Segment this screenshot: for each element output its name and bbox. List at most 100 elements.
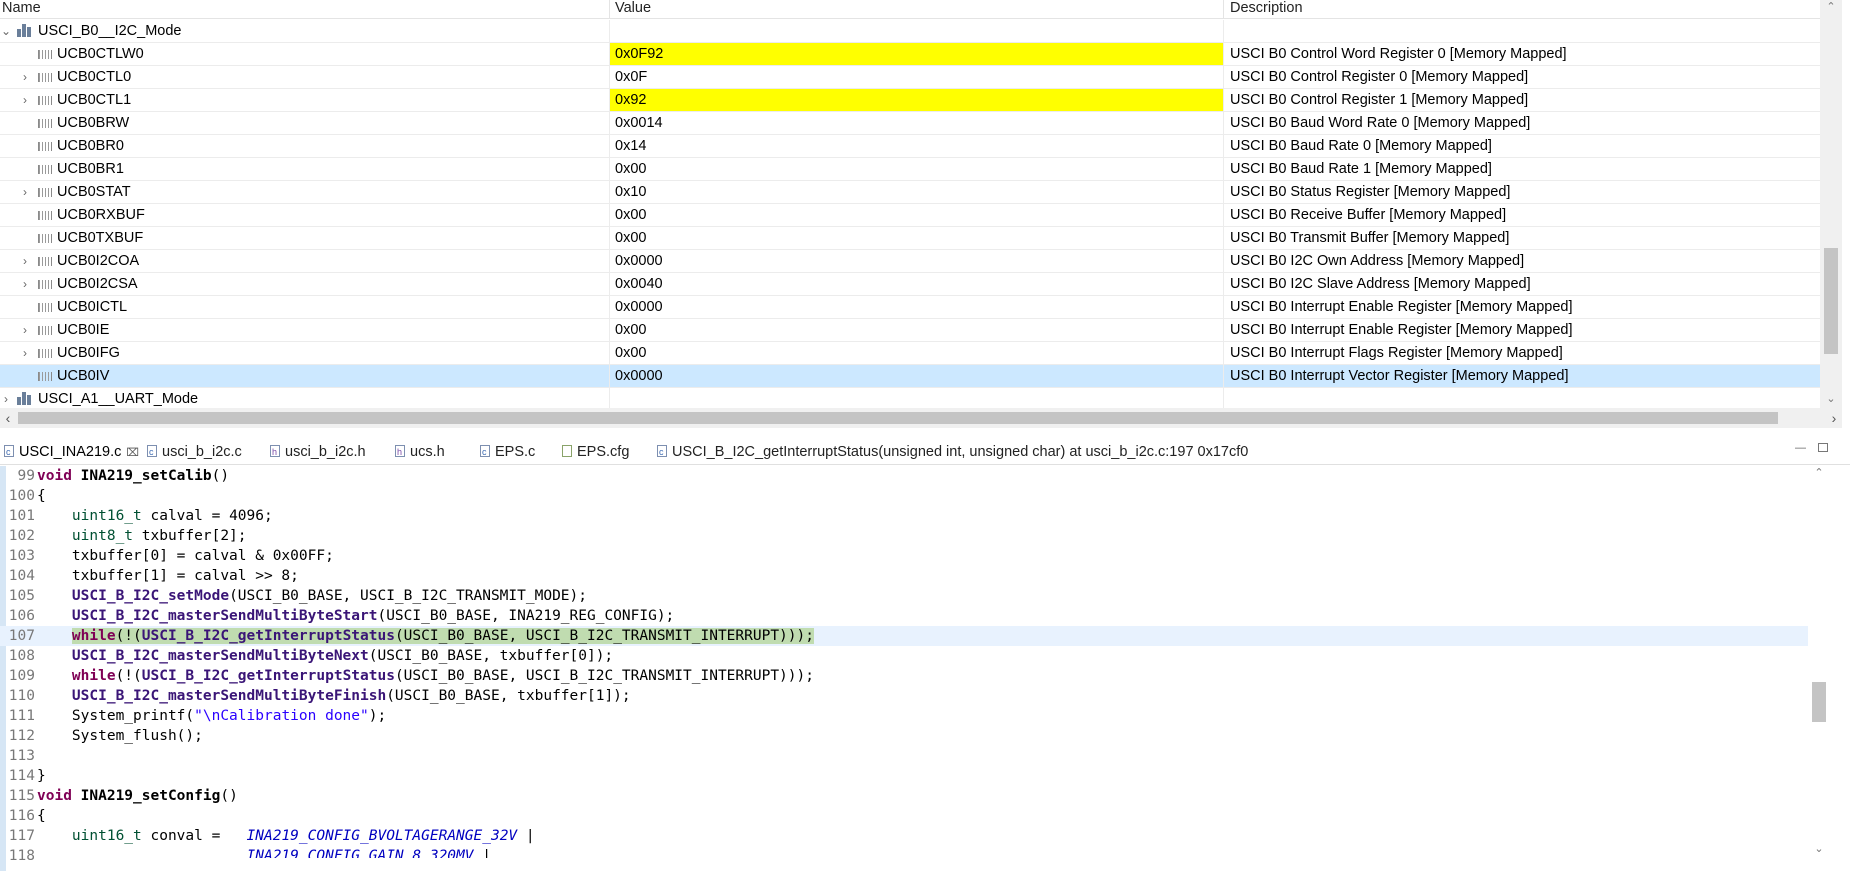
column-header-description[interactable]: Description <box>1224 0 1820 19</box>
editor-tab[interactable]: EPS.c <box>478 439 535 465</box>
register-row[interactable]: › UCB0CTL0 0x0F USCI B0 Control Register 0 … <box>0 66 1820 89</box>
register-row[interactable]: UCB0TXBUF 0x00 USCI B0 Transmit Buffer [Me… <box>0 227 1820 250</box>
editor-tab[interactable]: USCI_INA219.c ⌧ <box>2 439 139 465</box>
register-description: USCI B0 Control Register 0 [Memory Mappe… <box>1230 69 1529 85</box>
register-row[interactable]: UCB0ICTL 0x0000 USCI B0 Interrupt Enable R… <box>0 296 1820 319</box>
register-name: UCB0RXBUF <box>57 207 145 223</box>
code-line[interactable]: 101 uint16_t calval = 4096; <box>0 506 1808 526</box>
register-row[interactable]: › UCB0STAT 0x10 USCI B0 Status Register [Me… <box>0 181 1820 204</box>
register-row[interactable]: UCB0BR1 0x00 USCI B0 Baud Rate 1 [Memory M… <box>0 158 1820 181</box>
editor-tab[interactable]: EPS.cfg <box>560 439 629 465</box>
column-header-value[interactable]: Value <box>610 0 1224 19</box>
register-row[interactable]: › UCB0I2CSA 0x0040 USCI B0 I2C Slave Addres… <box>0 273 1820 296</box>
code-line[interactable]: 102 uint8_t txbuffer[2]; <box>0 526 1808 546</box>
register-value[interactable]: 0x0F92 <box>610 43 1224 65</box>
register-row[interactable]: › UCB0IE 0x00 USCI B0 Interrupt Enable Regi… <box>0 319 1820 342</box>
code-line[interactable]: 112 System_flush(); <box>0 726 1808 746</box>
register-row[interactable]: › UCB0IFG 0x00 USCI B0 Interrupt Flags Regi… <box>0 342 1820 365</box>
register-row[interactable]: UCB0BR0 0x14 USCI B0 Baud Rate 0 [Memory M… <box>0 135 1820 158</box>
register-value[interactable]: 0x00 <box>610 158 1224 180</box>
register-value[interactable]: 0x0014 <box>610 112 1224 134</box>
scroll-right-icon[interactable]: › <box>1826 408 1842 428</box>
code-line[interactable]: 104 txbuffer[1] = calval >> 8; <box>0 566 1808 586</box>
editor-vertical-scrollbar[interactable]: ⌃ ⌄ <box>1808 466 1830 858</box>
scrollbar-thumb[interactable] <box>1812 682 1826 722</box>
maximize-icon[interactable] <box>1818 443 1828 452</box>
chevron-right-icon[interactable]: › <box>19 66 31 88</box>
scroll-down-icon[interactable]: ⌄ <box>1808 842 1830 858</box>
register-name-cell: UCB0BR0 <box>0 135 610 157</box>
editor-tab[interactable]: usci_b_i2c.c <box>145 439 242 465</box>
code-line[interactable]: 105 USCI_B_I2C_setMode(USCI_B0_BASE, USC… <box>0 586 1808 606</box>
line-number: 109 <box>8 668 35 684</box>
scroll-up-icon[interactable]: ⌃ <box>1820 0 1842 16</box>
register-value[interactable]: 0x0000 <box>610 365 1224 387</box>
register-value[interactable]: 0x0000 <box>610 250 1224 272</box>
register-icon <box>38 119 52 128</box>
register-value[interactable]: 0x00 <box>610 319 1224 341</box>
register-value[interactable]: 0x0000 <box>610 296 1224 318</box>
chevron-right-icon[interactable]: › <box>19 181 31 203</box>
register-row[interactable]: UCB0BRW 0x0014 USCI B0 Baud Word Rate 0 [M… <box>0 112 1820 135</box>
chevron-right-icon[interactable]: › <box>19 319 31 341</box>
minimize-icon[interactable]: — <box>1795 443 1807 454</box>
chevron-right-icon[interactable]: › <box>0 388 12 410</box>
registers-header: Name Value Description <box>0 0 1820 19</box>
code-line[interactable]: 115 void INA219_setConfig() <box>0 786 1808 806</box>
editor-tab[interactable]: ucs.h <box>393 439 445 465</box>
register-value[interactable]: 0x00 <box>610 342 1224 364</box>
code-line[interactable]: 106 USCI_B_I2C_masterSendMultiByteStart(… <box>0 606 1808 626</box>
registers-horizontal-scrollbar[interactable]: ‹ › <box>0 408 1842 428</box>
code-editor[interactable]: 99 void INA219_setCalib() 100{101 uint16_t… <box>0 466 1850 871</box>
editor-tab[interactable]: usci_b_i2c.h <box>268 439 366 465</box>
chevron-right-icon[interactable]: › <box>19 89 31 111</box>
code-line[interactable]: 117 uint16_t conval = INA219_CONFIG_BVOL… <box>0 826 1808 846</box>
code-text: USCI_B_I2C_masterSendMultiByteNext(USCI_… <box>71 648 614 664</box>
register-row[interactable]: › UCB0CTL1 0x92 USCI B0 Control Register 1 … <box>0 89 1820 112</box>
chevron-right-icon[interactable]: › <box>19 250 31 272</box>
register-description: USCI B0 Baud Word Rate 0 [Memory Mapped] <box>1230 115 1531 131</box>
register-row[interactable]: UCB0IV 0x0000 USCI B0 Interrupt Vector Reg… <box>0 365 1820 388</box>
editor-tab-bar: USCI_INA219.c ⌧ usci_b_i2c.c usci_b_i2c.h uc… <box>0 439 1850 465</box>
editor-horizontal-scrollbar[interactable] <box>36 858 1808 871</box>
register-value[interactable]: 0x14 <box>610 135 1224 157</box>
c-file-icon <box>147 439 157 465</box>
register-row[interactable]: UCB0RXBUF 0x00 USCI B0 Receive Buffer [Mem… <box>0 204 1820 227</box>
close-icon[interactable]: ⌧ <box>126 447 139 459</box>
register-value[interactable]: 0x92 <box>610 89 1224 111</box>
register-icon <box>38 349 52 358</box>
editor-tab[interactable]: USCI_B_I2C_getInterruptStatus(unsigned i… <box>655 439 1248 465</box>
chevron-right-icon[interactable]: › <box>19 342 31 364</box>
code-line[interactable]: 111 System_printf("\nCalibration done"); <box>0 706 1808 726</box>
code-line[interactable]: 99 void INA219_setCalib() <box>0 466 1808 486</box>
scrollbar-thumb[interactable] <box>1824 248 1838 354</box>
chevron-down-icon[interactable]: ⌄ <box>0 20 12 42</box>
chevron-right-icon[interactable]: › <box>19 273 31 295</box>
code-line[interactable]: 108 USCI_B_I2C_masterSendMultiByteNext(U… <box>0 646 1808 666</box>
scrollbar-thumb[interactable] <box>18 412 1778 424</box>
register-row[interactable]: UCB0CTLW0 0x0F92 USCI B0 Control Word Regi… <box>0 43 1820 66</box>
code-line[interactable]: 100{ <box>0 486 1808 506</box>
code-line[interactable]: 110 USCI_B_I2C_masterSendMultiByteFinish… <box>0 686 1808 706</box>
code-line[interactable]: 103 txbuffer[0] = calval & 0x00FF; <box>0 546 1808 566</box>
code-line[interactable]: 109 while(!(USCI_B_I2C_getInterruptStatu… <box>0 666 1808 686</box>
scroll-down-icon[interactable]: ⌄ <box>1820 392 1842 408</box>
register-row[interactable]: › UCB0I2COA 0x0000 USCI B0 I2C Own Address … <box>0 250 1820 273</box>
registers-vertical-scrollbar[interactable]: ⌃ ⌄ <box>1820 0 1842 408</box>
scroll-up-icon[interactable]: ⌃ <box>1808 466 1830 482</box>
code-line[interactable]: 107 while(!(USCI_B_I2C_getInterruptStatu… <box>0 626 1808 646</box>
code-line[interactable]: 113 <box>0 746 1808 766</box>
register-value[interactable]: 0x00 <box>610 204 1224 226</box>
register-value[interactable]: 0x0040 <box>610 273 1224 295</box>
register-value[interactable]: 0x00 <box>610 227 1224 249</box>
c-file-icon <box>4 439 14 465</box>
column-header-name[interactable]: Name <box>0 0 610 19</box>
register-value[interactable]: 0x10 <box>610 181 1224 203</box>
register-group-row[interactable]: ⌄ USCI_B0__I2C_Mode <box>0 20 1820 43</box>
register-name: UCB0BR1 <box>57 161 124 177</box>
code-line[interactable]: 116{ <box>0 806 1808 826</box>
register-description-cell <box>1224 388 1820 410</box>
scroll-left-icon[interactable]: ‹ <box>0 408 16 428</box>
code-line[interactable]: 114} <box>0 766 1808 786</box>
register-value[interactable]: 0x0F <box>610 66 1224 88</box>
